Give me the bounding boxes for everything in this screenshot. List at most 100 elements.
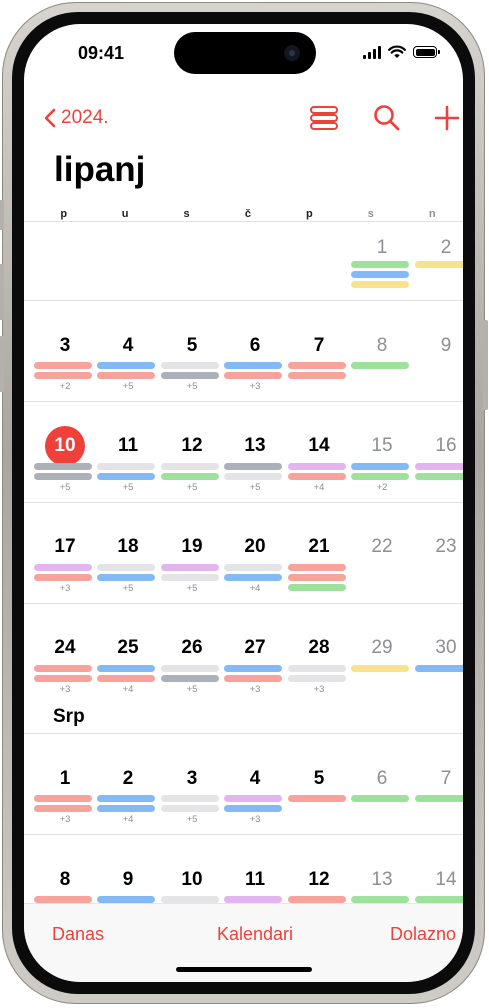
event-bar[interactable] (224, 795, 282, 802)
event-bar[interactable] (288, 675, 346, 682)
event-bar[interactable] (288, 795, 346, 802)
event-bar[interactable] (351, 665, 409, 672)
event-bar[interactable] (224, 362, 282, 369)
event-bar[interactable] (161, 675, 219, 682)
event-bar[interactable] (97, 372, 155, 379)
side-button (483, 320, 488, 410)
event-bar[interactable] (34, 473, 92, 480)
screen-bezel: 09:41 2024. lipanj p u s č p s n 1 2 3 +… (12, 12, 475, 994)
event-bar[interactable] (97, 675, 155, 682)
event-bar[interactable] (97, 564, 155, 571)
today-button[interactable]: Danas (52, 924, 104, 945)
event-bar[interactable] (288, 473, 346, 480)
event-bar[interactable] (161, 463, 219, 470)
event-bar[interactable] (161, 473, 219, 480)
event-bar[interactable] (224, 805, 282, 812)
event-bar[interactable] (161, 805, 219, 812)
month-label-july: Srp (53, 706, 85, 727)
event-bar[interactable] (351, 795, 409, 802)
event-bar[interactable] (288, 574, 346, 581)
event-bar[interactable] (224, 564, 282, 571)
day-number: 21 (308, 536, 330, 557)
event-bar[interactable] (161, 372, 219, 379)
event-bar[interactable] (351, 463, 409, 470)
event-bar[interactable] (34, 574, 92, 581)
event-bar[interactable] (161, 564, 219, 571)
event-bar[interactable] (288, 372, 346, 379)
event-bar[interactable] (34, 362, 92, 369)
event-bar[interactable] (288, 896, 346, 903)
event-bar[interactable] (224, 675, 282, 682)
calendars-button[interactable]: Kalendari (217, 924, 293, 945)
event-bar[interactable] (288, 665, 346, 672)
day-number: 12 (181, 435, 203, 456)
event-bar[interactable] (97, 896, 155, 903)
event-bar[interactable] (288, 584, 346, 591)
day-number: 13 (244, 435, 266, 456)
event-bar[interactable] (34, 463, 92, 470)
day-number: 28 (308, 637, 330, 658)
day-number: 26 (181, 637, 203, 658)
event-bar[interactable] (97, 574, 155, 581)
event-bar[interactable] (224, 463, 282, 470)
event-bar[interactable] (415, 665, 463, 672)
more-events-count: +5 (186, 583, 198, 594)
event-bar[interactable] (97, 473, 155, 480)
event-bar[interactable] (224, 372, 282, 379)
event-bar[interactable] (97, 805, 155, 812)
event-bar[interactable] (34, 372, 92, 379)
event-bar[interactable] (97, 463, 155, 470)
event-bar[interactable] (415, 473, 463, 480)
event-bar[interactable] (288, 463, 346, 470)
day-number: 9 (440, 335, 452, 356)
day-number: 7 (313, 335, 325, 356)
event-bar[interactable] (415, 896, 463, 903)
day-number: 25 (117, 637, 139, 658)
day-number: 7 (440, 768, 452, 789)
more-events-count: +5 (122, 482, 134, 493)
event-bar[interactable] (34, 795, 92, 802)
event-bar[interactable] (97, 795, 155, 802)
event-bar[interactable] (351, 362, 409, 369)
event-bar[interactable] (97, 362, 155, 369)
event-bar[interactable] (415, 795, 463, 802)
event-bar[interactable] (351, 271, 409, 278)
event-bar[interactable] (224, 896, 282, 903)
day-number: 4 (249, 768, 261, 789)
event-bar[interactable] (161, 574, 219, 581)
day-number: 14 (435, 869, 457, 890)
event-bar[interactable] (34, 805, 92, 812)
more-events-count: +4 (122, 684, 134, 695)
event-bar[interactable] (224, 665, 282, 672)
day-number: 18 (117, 536, 139, 557)
event-bar[interactable] (34, 564, 92, 571)
event-bar[interactable] (34, 896, 92, 903)
day-number: 23 (435, 536, 457, 557)
event-bar[interactable] (224, 574, 282, 581)
day-number: 20 (244, 536, 266, 557)
event-bar[interactable] (97, 665, 155, 672)
day-number: 3 (59, 335, 71, 356)
day-number: 8 (376, 335, 388, 356)
event-bar[interactable] (351, 896, 409, 903)
tab-bar: Danas Kalendari Dolazno (24, 903, 463, 982)
event-bar[interactable] (288, 564, 346, 571)
event-bar[interactable] (34, 665, 92, 672)
event-bar[interactable] (351, 261, 409, 268)
month-grid: 1 2 3 +2 4 +5 5 +5 6 +3 7 8 9 10 +5 11 +5 12 +5 13 +5 14 +4 15 +… (24, 24, 463, 982)
event-bar[interactable] (34, 675, 92, 682)
event-bar[interactable] (288, 362, 346, 369)
day-number: 1 (59, 768, 71, 789)
event-bar[interactable] (351, 473, 409, 480)
event-bar[interactable] (415, 463, 463, 470)
event-bar[interactable] (161, 795, 219, 802)
event-bar[interactable] (224, 473, 282, 480)
home-indicator (176, 967, 312, 972)
inbox-button[interactable]: Dolazno (390, 924, 456, 945)
event-bar[interactable] (161, 362, 219, 369)
event-bar[interactable] (161, 896, 219, 903)
more-events-count: +5 (186, 814, 198, 825)
event-bar[interactable] (351, 281, 409, 288)
event-bar[interactable] (415, 261, 463, 268)
event-bar[interactable] (161, 665, 219, 672)
